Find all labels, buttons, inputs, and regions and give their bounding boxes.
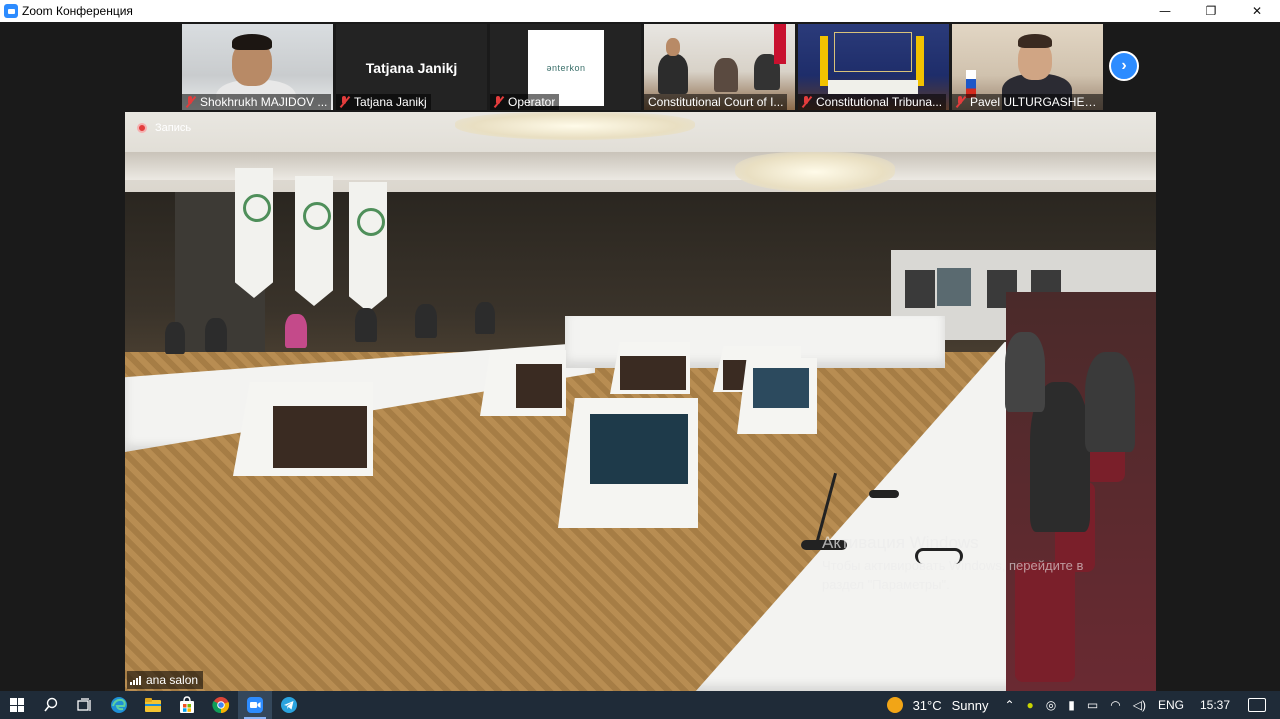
window-controls: — ❐ ✕ [1142, 0, 1280, 22]
webcam-icon[interactable]: ◎ [1046, 698, 1056, 712]
file-explorer-icon[interactable] [136, 691, 170, 719]
participant-name: Pavel ULTURGASHEV ... [970, 95, 1099, 109]
edge-icon[interactable] [102, 691, 136, 719]
chrome-icon[interactable] [204, 691, 238, 719]
maximize-button[interactable]: ❐ [1188, 0, 1234, 22]
participant-tile[interactable]: Tatjana Janikj Tatjana Janikj [336, 24, 487, 110]
active-speaker-name-bar: ana salon [127, 671, 204, 689]
participant-name: Operator [508, 95, 556, 109]
shield-icon[interactable]: ● [1027, 698, 1034, 712]
weather-text[interactable]: Sunny [952, 698, 989, 713]
zoom-app-icon [4, 4, 18, 18]
participant-name: Shokhrukh MAJIDOV ... [200, 95, 328, 109]
weather-sun-icon[interactable] [886, 697, 903, 713]
participant-name-bar: Shokhrukh MAJIDOV ... [182, 94, 332, 110]
volume-icon[interactable]: ◁) [1133, 698, 1146, 712]
language-indicator[interactable]: ENG [1158, 698, 1184, 712]
store-icon[interactable] [170, 691, 204, 719]
participant-display-name: Tatjana Janikj [365, 60, 458, 76]
search-icon[interactable] [34, 691, 68, 719]
windows-taskbar: 31°C Sunny ⌃ ● ◎ ▮ ▭ ◠ ◁) ENG 15:37 [0, 691, 1280, 719]
participant-video [820, 36, 828, 86]
mic-muted-icon [338, 96, 350, 108]
participant-name-bar: Constitutional Court of I... [644, 94, 788, 110]
telegram-icon[interactable] [272, 691, 306, 719]
participant-tile[interactable]: Pavel ULTURGASHEV ... [952, 24, 1103, 110]
next-page-button[interactable]: › [1109, 51, 1139, 81]
participant-name: Constitutional Court of I... [648, 95, 784, 109]
signal-strength-icon [130, 675, 141, 685]
participant-name-bar: Pavel ULTURGASHEV ... [952, 94, 1103, 110]
participant-tile[interactable]: Constitutional Tribuna... [798, 24, 949, 110]
system-tray: 31°C Sunny ⌃ ● ◎ ▮ ▭ ◠ ◁) ENG 15:37 [886, 691, 1280, 719]
mic-muted-icon [954, 96, 966, 108]
window-title: Zoom Конференция [22, 4, 133, 18]
weather-temperature[interactable]: 31°C [913, 698, 942, 713]
participant-tile[interactable]: Constitutional Court of I... [644, 24, 795, 110]
battery-icon[interactable]: ▭ [1087, 698, 1098, 712]
mic-muted-icon [492, 96, 504, 108]
microphone-icon[interactable]: ▮ [1068, 698, 1075, 712]
mic-muted-icon [184, 96, 196, 108]
mic-muted-icon [800, 96, 812, 108]
participant-name-bar: Tatjana Janikj [336, 94, 431, 110]
participant-video [658, 54, 688, 94]
participant-name: Tatjana Janikj [354, 95, 427, 109]
minimize-button[interactable]: — [1142, 0, 1188, 22]
notification-center-icon[interactable] [1248, 698, 1266, 712]
windows-start-icon[interactable] [0, 691, 34, 719]
zoom-icon[interactable] [238, 691, 272, 719]
clock[interactable]: 15:37 [1200, 698, 1230, 712]
activation-watermark-title: Активация Windows [822, 533, 979, 552]
task-view-icon[interactable] [68, 691, 102, 719]
participant-tile[interactable]: Shokhrukh MAJIDOV ... [182, 24, 333, 110]
wifi-icon[interactable]: ◠ [1110, 698, 1120, 712]
recording-label: Запись [155, 122, 192, 134]
window-title-bar: Zoom Конференция — ❐ ✕ [0, 0, 1280, 22]
chevron-up-icon[interactable]: ⌃ [1004, 698, 1014, 712]
meeting-area: Shokhrukh MAJIDOV ... Tatjana Janikj Tat… [0, 22, 1280, 691]
participant-thumbnail-strip: Shokhrukh MAJIDOV ... Tatjana Janikj Tat… [182, 24, 1103, 110]
chevron-right-icon: › [1121, 57, 1127, 74]
participant-name-bar: Operator [490, 94, 560, 110]
active-speaker-video[interactable]: Запись ana salon [125, 112, 1156, 691]
active-speaker-name: ana salon [146, 673, 199, 687]
participant-name-bar: Constitutional Tribuna... [798, 94, 947, 110]
recording-indicator: Запись [137, 122, 191, 134]
record-icon [137, 123, 147, 133]
participant-name: Constitutional Tribuna... [816, 95, 943, 109]
activation-watermark-text: Чтобы активировать Windows, перейдите в … [822, 558, 1084, 592]
close-button[interactable]: ✕ [1234, 0, 1280, 22]
participant-tile[interactable]: ənterkon Operator [490, 24, 641, 110]
